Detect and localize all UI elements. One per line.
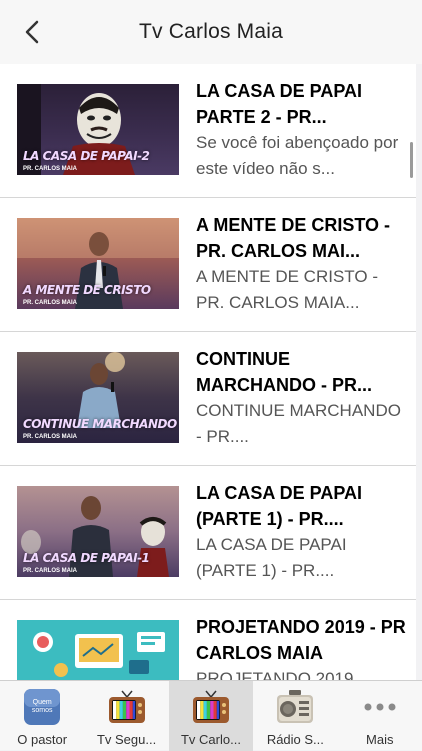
tv-icon: [107, 687, 147, 727]
video-row[interactable]: A MENTE DE CRISTO PR. CARLOS MAIA A MENT…: [0, 198, 416, 332]
quem-somos-icon: Quem somos: [22, 687, 62, 727]
video-row[interactable]: PROJETANDO 2019 - PR CARLOS MAIA PROJETA…: [0, 600, 416, 680]
back-button[interactable]: [18, 18, 46, 46]
scrollbar[interactable]: [410, 142, 413, 178]
video-title: CONTINUE MARCHANDO - PR...: [196, 349, 372, 395]
video-description: LA CASA DE PAPAI (PARTE 1) - PR....: [196, 535, 347, 580]
video-title: LA CASA DE PAPAI (PARTE 1) - PR....: [196, 483, 363, 529]
video-title: A MENTE DE CRISTO - PR. CARLOS MAI...: [196, 215, 391, 261]
tab-tv-seguidores[interactable]: Tv Segu...: [84, 681, 168, 751]
video-description: CONTINUE MARCHANDO - PR....: [196, 401, 401, 446]
tab-label: Tv Segu...: [96, 732, 157, 747]
thumbnail-caption: CONTINUE MARCHANDO: [23, 417, 177, 431]
tv-icon: [191, 687, 231, 727]
video-thumbnail: LA CASA DE PAPAI-2 PR. CARLOS MAIA: [17, 84, 179, 175]
video-row[interactable]: LA CASA DE PAPAI-2 PR. CARLOS MAIA LA CA…: [0, 64, 416, 198]
thumbnail-caption: LA CASA DE PAPAI-1: [23, 551, 150, 565]
thumbnail-subcaption: PR. CARLOS MAIA: [23, 300, 77, 306]
tab-radio[interactable]: Rádio S...: [253, 681, 337, 751]
thumbnail-subcaption: PR. CARLOS MAIA: [23, 568, 77, 574]
video-thumbnail: A MENTE DE CRISTO PR. CARLOS MAIA: [17, 218, 179, 309]
video-title: LA CASA DE PAPAI PARTE 2 - PR...: [196, 81, 363, 127]
tab-bar: Quem somos O pastor Tv Segu... Tv Carlo.…: [0, 680, 422, 751]
tab-label: Rádio S...: [266, 732, 324, 747]
tab-mais[interactable]: Mais: [338, 681, 422, 751]
video-description: PROJETANDO 2019: [196, 669, 354, 680]
tab-label: Tv Carlo...: [180, 732, 241, 747]
tab-o-pastor[interactable]: Quem somos O pastor: [0, 681, 84, 751]
video-row[interactable]: CONTINUE MARCHANDO PR. CARLOS MAIA CONTI…: [0, 332, 416, 466]
tab-label: Mais: [366, 732, 394, 747]
tab-label: O pastor: [17, 732, 68, 747]
thumbnail-subcaption: PR. CARLOS MAIA: [23, 434, 77, 440]
thumbnail-subcaption: PR. CARLOS MAIA: [23, 166, 77, 172]
video-row[interactable]: LA CASA DE PAPAI-1 PR. CARLOS MAIA LA CA…: [0, 466, 416, 600]
quem-somos-icon-text: Quem somos: [31, 699, 53, 714]
video-thumbnail: LA CASA DE PAPAI-1 PR. CARLOS MAIA: [17, 486, 179, 577]
tab-tv-carlos-maia[interactable]: Tv Carlo...: [168, 681, 254, 751]
thumbnail-caption: A MENTE DE CRISTO: [23, 283, 151, 297]
video-thumbnail: CONTINUE MARCHANDO PR. CARLOS MAIA: [17, 352, 179, 443]
radio-icon: [275, 687, 315, 727]
nav-header: Tv Carlos Maia: [0, 0, 422, 64]
thumbnail-caption: LA CASA DE PAPAI-2: [23, 149, 150, 163]
more-icon: [360, 687, 400, 727]
video-description: Se você foi abençoado por este vídeo não…: [196, 133, 399, 178]
video-list[interactable]: LA CASA DE PAPAI-2 PR. CARLOS MAIA LA CA…: [0, 64, 416, 680]
video-title: PROJETANDO 2019 - PR CARLOS MAIA: [196, 617, 406, 663]
chevron-left-icon: [25, 20, 39, 44]
video-thumbnail: [17, 620, 179, 680]
page-title: Tv Carlos Maia: [139, 20, 283, 43]
video-description: A MENTE DE CRISTO - PR. CARLOS MAIA...: [196, 267, 378, 312]
